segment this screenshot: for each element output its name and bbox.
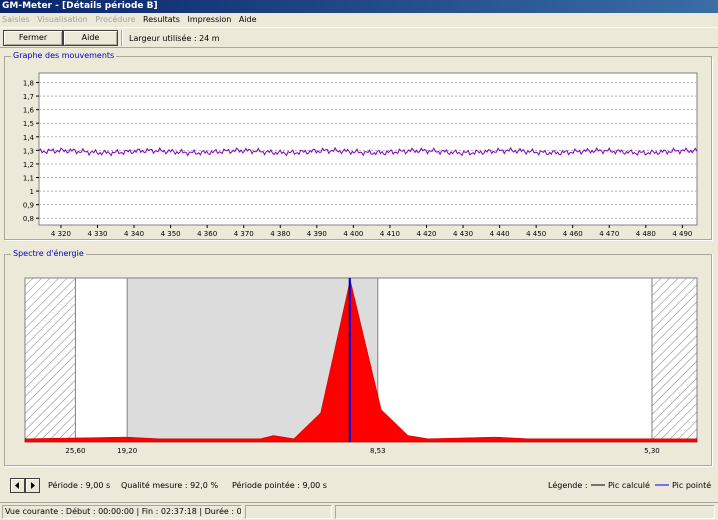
toolbar: Fermer Aide Largeur utilisée : 24 m: [0, 27, 718, 48]
y-tick-label: 1,2: [23, 161, 34, 169]
legende-label: Légende :: [548, 481, 588, 490]
y-tick-label: 1,1: [23, 175, 34, 183]
x-tick-label: 4 350: [161, 230, 181, 238]
x-tick-label: 4 330: [87, 230, 107, 238]
graph-group: Graphe des mouvements 0,8 0,9 1 1,1 1,2 1,3 1,…: [4, 51, 712, 240]
x-tick-label: 4 470: [599, 230, 619, 238]
aide-button[interactable]: Aide: [63, 30, 118, 46]
y-tick-label: 1,5: [23, 120, 34, 128]
x-tick-label: 4 480: [636, 230, 656, 238]
menu-saisies[interactable]: Saisies: [2, 15, 30, 24]
x-tick-label: 4 430: [453, 230, 473, 238]
hatched-zone-right: [651, 277, 698, 443]
x-tick-label: 4 460: [563, 230, 583, 238]
status-panel-2: [245, 505, 332, 519]
spectrum-x-label: 19,20: [117, 447, 137, 455]
spectrum-x-label: 25,60: [65, 447, 85, 455]
toolbar-separator: [121, 30, 123, 46]
x-tick-label: 4 360: [197, 230, 217, 238]
x-tick-label: 4 320: [51, 230, 71, 238]
pic-calcule-label: Pic calculé: [608, 481, 650, 490]
largeur-label: Largeur utilisée : 24 m: [129, 34, 220, 43]
menu-visualisation[interactable]: Visualisation: [37, 15, 88, 24]
prev-button[interactable]: [10, 478, 25, 493]
status-bar: Vue courante : Début : 00:00:00 | Fin : …: [0, 502, 718, 520]
x-tick-label: 4 420: [416, 230, 436, 238]
y-tick-label: 0,9: [23, 202, 34, 210]
y-tick-label: 1: [30, 188, 34, 196]
x-tick-label: 4 390: [307, 230, 327, 238]
menu-impression[interactable]: Impression: [188, 15, 232, 24]
x-tick-label: 4 490: [672, 230, 692, 238]
spectrum-x-label: 8,53: [370, 447, 386, 455]
x-tick-label: 4 340: [124, 230, 144, 238]
menu-bar: Saisies Visualisation Procédure Resultat…: [0, 13, 718, 27]
movement-chart: 0,8 0,9 1 1,1 1,2 1,3 1,4 1,5 1,6 1,7 1,8 4 320 4 33…: [23, 72, 698, 238]
arrow-right-icon: [31, 482, 35, 489]
results-line: Période : 9,00 s Qualité mesure : 92,0 %…: [0, 474, 718, 498]
window-title: GM-Meter - [Détails période B]: [0, 0, 718, 13]
periode-pointee-text: Période pointée : 9,00 s: [232, 481, 327, 490]
x-tick-label: 4 380: [270, 230, 290, 238]
pic-calcule-swatch: [591, 484, 605, 486]
x-tick-label: 4 440: [490, 230, 510, 238]
y-tick-label: 1,3: [23, 147, 34, 155]
pic-pointe-label: Pic pointé: [672, 481, 712, 490]
x-tick-label: 4 450: [526, 230, 546, 238]
y-tick-label: 1,4: [23, 134, 35, 142]
y-tick-label: 0,8: [23, 215, 34, 223]
y-tick-label: 1,7: [23, 93, 34, 101]
x-tick-label: 4 370: [234, 230, 254, 238]
menu-aide[interactable]: Aide: [239, 15, 257, 24]
qualite-text: Qualité mesure : 92,0 %: [121, 481, 219, 490]
pic-pointe-swatch: [655, 484, 669, 486]
menu-resultats[interactable]: Resultats: [143, 15, 180, 24]
y-tick-label: 1,6: [23, 107, 35, 115]
x-tick-label: 4 410: [380, 230, 400, 238]
hatched-zone-left: [24, 277, 76, 443]
spectrum-group: Spectre d'énergie 25,60 19,20 8,53 5,30: [4, 249, 712, 466]
next-button[interactable]: [25, 478, 40, 493]
menu-procedure[interactable]: Procédure: [95, 15, 135, 24]
x-tick-label: 4 400: [343, 230, 363, 238]
status-panel-view: Vue courante : Début : 00:00:00 | Fin : …: [2, 505, 242, 519]
y-tick-label: 1,8: [23, 80, 34, 88]
status-panel-3: [335, 505, 715, 519]
fermer-button[interactable]: Fermer: [3, 30, 63, 46]
spectrum-chart: 25,60 19,20 8,53 5,30: [24, 277, 698, 455]
periode-text: Période : 9,00 s: [48, 481, 111, 490]
arrow-left-icon: [15, 482, 19, 489]
spectrum-x-label: 5,30: [644, 447, 660, 455]
